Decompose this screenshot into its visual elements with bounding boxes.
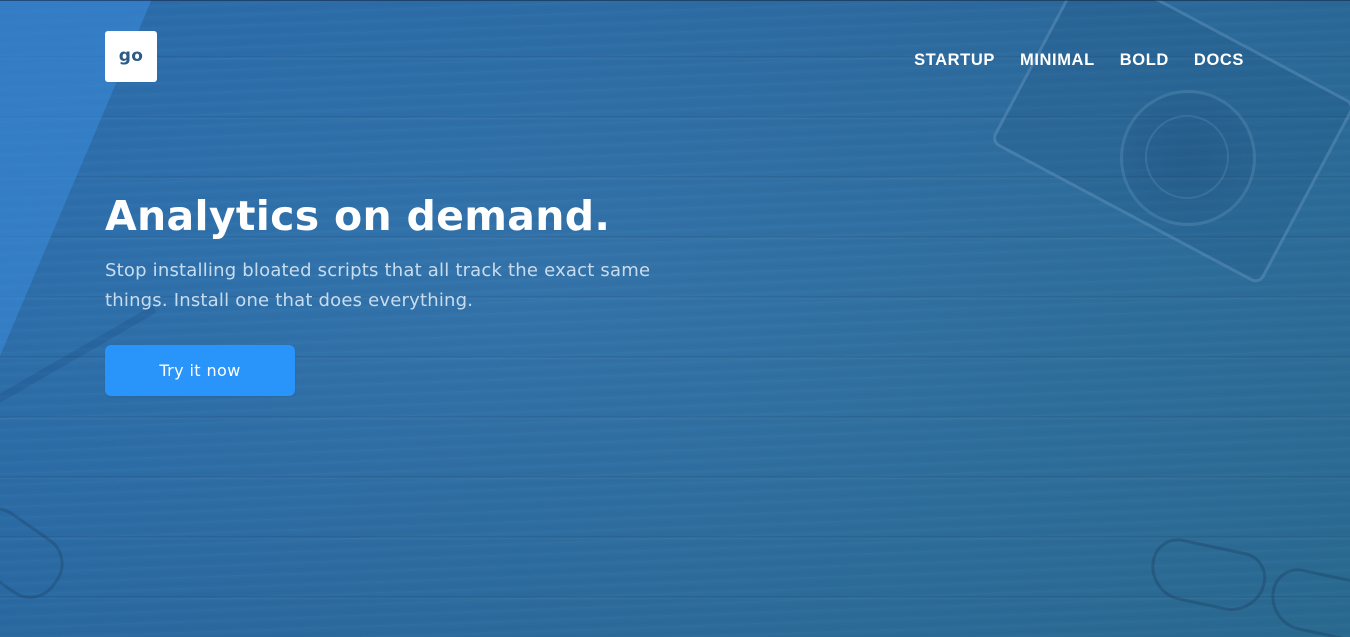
nav-item-minimal[interactable]: MINIMAL bbox=[1020, 50, 1095, 70]
nav-item-docs[interactable]: DOCS bbox=[1194, 50, 1244, 70]
logo-text: go bbox=[118, 45, 144, 66]
logo[interactable]: go bbox=[105, 31, 157, 82]
hero-headline: Analytics on demand. bbox=[105, 192, 611, 240]
try-it-now-button[interactable]: Try it now bbox=[105, 345, 295, 396]
hero-section: go STARTUP MINIMAL BOLD DOCS Analytics o… bbox=[0, 0, 1350, 637]
nav-item-bold[interactable]: BOLD bbox=[1120, 50, 1169, 70]
cta-label: Try it now bbox=[159, 361, 241, 380]
main-nav: STARTUP MINIMAL BOLD DOCS bbox=[914, 50, 1244, 70]
top-border bbox=[0, 0, 1350, 1]
nav-item-startup[interactable]: STARTUP bbox=[914, 50, 995, 70]
camera-lens-inner-decoration bbox=[1145, 115, 1229, 199]
hero-subtitle: Stop installing bloated scripts that all… bbox=[105, 260, 651, 311]
